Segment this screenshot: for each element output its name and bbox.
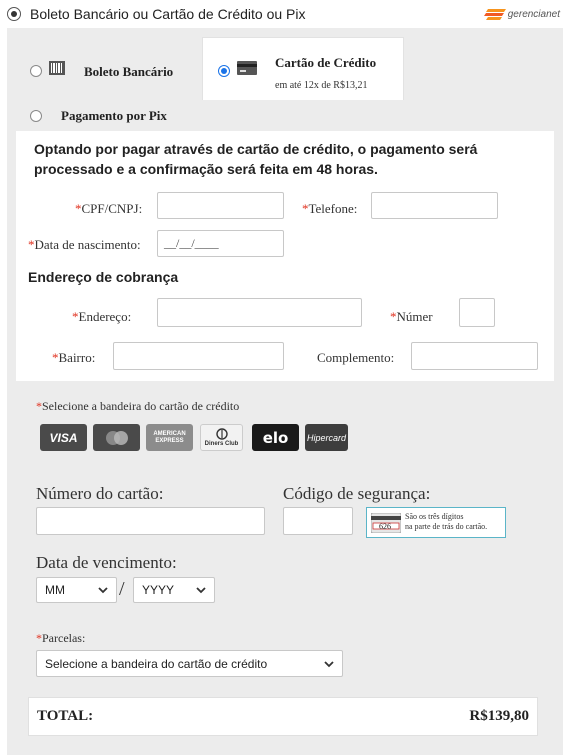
installments-select[interactable]: Selecione a bandeira do cartão de crédit…	[36, 650, 343, 677]
tab-boleto[interactable]: Boleto Bancário	[16, 37, 202, 100]
cartao-installment-note: em até 12x de R$13,21	[275, 80, 368, 91]
numero-input[interactable]	[459, 298, 495, 327]
bairro-input[interactable]	[113, 342, 284, 370]
telefone-input[interactable]	[371, 192, 498, 219]
brand-label: *Selecione a bandeira do cartão de crédi…	[36, 399, 240, 413]
telefone-label: *Telefone:	[302, 201, 358, 216]
pix-radio[interactable]	[30, 110, 42, 122]
expiry-month-value: MM	[45, 583, 65, 597]
gerencianet-logo: gerencianet	[483, 8, 560, 20]
diners-logo[interactable]: Diners Club	[200, 424, 243, 451]
total-label: TOTAL:	[37, 708, 94, 724]
payment-method-radio[interactable]	[7, 7, 21, 21]
complemento-label: Complemento:	[317, 350, 395, 365]
cvv-hint-text: São os três dígitos na parte de trás do c…	[405, 512, 488, 531]
chevron-down-icon	[98, 587, 108, 594]
visa-logo[interactable]: VISA	[40, 424, 87, 451]
card-number-input[interactable]	[36, 507, 265, 535]
expiry-year-select[interactable]: YYYY	[133, 577, 215, 603]
cvv-label: Código de segurança:	[283, 484, 431, 503]
cvv-example-number: 626	[379, 522, 391, 531]
logo-text: gerencianet	[507, 8, 560, 20]
expiry-label: Data de vencimento:	[36, 553, 177, 572]
barcode-icon	[49, 61, 65, 75]
total-box: TOTAL: R$139,80	[28, 697, 538, 736]
cartao-tab-label: Cartão de Crédito	[275, 55, 377, 70]
cartao-radio[interactable]	[218, 65, 230, 77]
payment-method-label: Boleto Bancário ou Cartão de Crédito ou …	[30, 6, 306, 22]
bairro-label: *Bairro:	[52, 350, 96, 365]
boleto-tab-label: Boleto Bancário	[84, 64, 174, 79]
complemento-input[interactable]	[411, 342, 538, 370]
endereco-label: *Endereço:	[72, 309, 132, 324]
boleto-radio[interactable]	[30, 65, 42, 77]
credit-card-icon	[237, 61, 257, 75]
elo-logo[interactable]: elo	[252, 424, 299, 451]
pix-tab-label: Pagamento por Pix	[61, 108, 167, 123]
numero-label: *Númer	[390, 309, 433, 324]
tab-pix[interactable]: Pagamento por Pix	[16, 100, 202, 131]
tab-cartao[interactable]: Cartão de Crédito em até 12x de R$13,21	[202, 37, 404, 100]
chevron-down-icon	[196, 587, 206, 594]
mastercard-logo[interactable]	[93, 424, 140, 451]
cvv-hint-box: 626 São os três dígitos na parte de trás …	[366, 507, 506, 538]
endereco-input[interactable]	[157, 298, 362, 327]
total-value: R$139,80	[469, 708, 529, 724]
nascimento-input[interactable]: __/__/____	[157, 230, 284, 257]
nascimento-label: *Data de nascimento:	[28, 237, 141, 252]
diners-circle-icon	[215, 428, 228, 440]
address-heading: Endereço de cobrança	[28, 269, 179, 285]
notice-text: Optando por pagar através de cartão de c…	[34, 141, 478, 177]
expiry-separator: /	[119, 578, 125, 600]
expiry-month-select[interactable]: MM	[36, 577, 117, 603]
installments-label: *Parcelas:	[36, 631, 86, 645]
hipercard-logo[interactable]: Hipercard	[305, 424, 348, 451]
amex-logo[interactable]: AMERICAN EXPRESS	[146, 424, 193, 451]
cvv-input[interactable]	[283, 507, 353, 535]
chevron-down-icon	[324, 660, 334, 667]
gerencianet-logo-icon	[483, 9, 506, 20]
cpf-input[interactable]	[157, 192, 284, 219]
cpf-label: *CPF/CNPJ:	[75, 201, 143, 216]
card-number-label: Número do cartão:	[36, 484, 164, 503]
mastercard-circles-icon	[105, 430, 128, 445]
installments-value: Selecione a bandeira do cartão de crédit…	[45, 656, 268, 671]
expiry-year-value: YYYY	[142, 583, 175, 597]
